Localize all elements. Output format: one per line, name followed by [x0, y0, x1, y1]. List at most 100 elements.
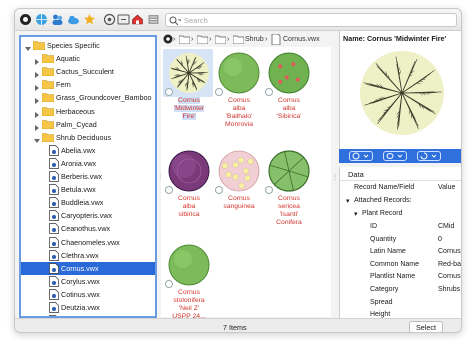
field-value: 0	[438, 235, 442, 243]
tree-item[interactable]: Cactus_Succulent	[21, 65, 155, 79]
field-name: Latin Name	[370, 248, 406, 256]
item-count: 7 Items	[223, 323, 247, 332]
tree-item-label: Palm_Cycad	[56, 119, 97, 129]
tree-item[interactable]: Chaenomeles.vwx	[21, 236, 155, 249]
field-name: Quantity	[370, 235, 397, 243]
plant-record-row[interactable]: ▾ Plant Record	[340, 208, 461, 220]
vwx-file-icon	[49, 144, 59, 156]
tree-item-label: Caryopteris.vwx	[61, 211, 113, 221]
cloud-icon[interactable]	[67, 13, 80, 26]
vwx-file-icon	[49, 275, 59, 287]
home-icon[interactable]	[131, 13, 144, 26]
symbol-badge-icon	[215, 186, 223, 194]
tab-data-label: Data	[348, 170, 364, 179]
rotate-button[interactable]	[417, 151, 441, 161]
pane-splitter-right[interactable]: ⋮	[332, 174, 338, 182]
record-field-row[interactable]: Latin Name Cornus s	[340, 246, 461, 258]
library-icon[interactable]	[147, 13, 160, 26]
field-name: Spread	[370, 298, 393, 306]
tree-item-label: Ceanothus.vwx	[61, 224, 111, 234]
disclosure-open-icon[interactable]	[25, 43, 31, 51]
tree-item-label: Herbaceous	[56, 106, 95, 116]
attached-records-label: Attached Records:	[354, 197, 412, 204]
field-name: Category	[370, 286, 399, 293]
vwx-file-icon	[49, 158, 59, 169]
disclosure-closed-icon[interactable]	[34, 109, 40, 118]
tree-item[interactable]: Cornus.vwx	[21, 261, 155, 275]
disclosure-closed-icon[interactable]	[34, 122, 40, 131]
plant-thumbnail[interactable]: Cornus sanguinea	[213, 149, 265, 241]
record-field-row[interactable]: Spread	[340, 297, 461, 309]
tree-item[interactable]: Caryopteris.vwx	[21, 209, 155, 222]
disclosure-open-icon[interactable]	[34, 135, 40, 143]
tree-item[interactable]: Betula.vwx	[21, 183, 155, 196]
path-crumb-shrub[interactable]: Shrub	[245, 34, 264, 45]
tree-item-label: Cotinus.vwx	[61, 289, 100, 299]
search-icon	[169, 16, 181, 26]
tree-item[interactable]: Cotinus.vwx	[21, 288, 155, 301]
globe-icon[interactable]	[35, 13, 48, 26]
plant-thumbnail[interactable]: Cornus alba 'Bailhalo' Monrovia	[213, 51, 265, 143]
thumbnail-caption: Cornus sanguinea	[223, 195, 255, 210]
plant-thumbnail[interactable]: Cornus alba 'Sibirica'	[263, 51, 315, 143]
plant-preview-image	[360, 51, 444, 135]
select-button[interactable]: Select	[409, 321, 443, 332]
plant-thumbnail[interactable]: Cornus 'Midwinter Fire'	[163, 49, 215, 143]
view-mode-button[interactable]	[349, 151, 373, 161]
settings-icon[interactable]	[103, 13, 116, 26]
tree-item[interactable]: Ceanothus.vwx	[21, 222, 155, 235]
disclosure-triangle-icon: ▾	[346, 198, 350, 205]
record-field-row[interactable]: Quantity 0	[340, 234, 461, 246]
tree-item[interactable]: Palm_Cycad	[21, 118, 155, 131]
tree-item[interactable]: Corylus.vwx	[21, 275, 155, 288]
star-icon[interactable]	[83, 13, 96, 26]
tree-item[interactable]: Abelia.vwx	[21, 144, 155, 157]
disclosure-closed-icon[interactable]	[34, 69, 40, 79]
tree-item[interactable]: Deutzia.vwx	[21, 301, 155, 314]
tab-data[interactable]: Data	[340, 167, 461, 181]
leaf-icon	[386, 153, 403, 159]
tree-item[interactable]: Grass_Groundcover_Bamboo	[21, 91, 155, 105]
tree-item[interactable]: Buddleia.vwx	[21, 196, 155, 209]
field-name: ID	[370, 223, 377, 230]
record-field-row[interactable]: Plantlist Name Cornus s	[340, 271, 461, 283]
tree-item[interactable]: Species Specific	[21, 39, 155, 52]
disclosure-closed-icon[interactable]	[34, 82, 40, 92]
view-icon[interactable]	[117, 13, 130, 26]
tree-item[interactable]: Aquatic	[21, 52, 155, 66]
record-field-row[interactable]: Common Name Red-bark	[340, 259, 461, 271]
tree-item[interactable]: Clethra.vwx	[21, 249, 155, 262]
tree-item[interactable]: Aronia.vwx	[21, 157, 155, 170]
attached-records-row[interactable]: ▾ Attached Records:	[340, 195, 461, 207]
record-field-row[interactable]: ID CMid	[340, 221, 461, 233]
tree-item[interactable]: Shrub Deciduous	[21, 131, 155, 144]
path-folder-icon[interactable]	[179, 35, 190, 44]
plant-thumbnail[interactable]: Cornus alba sibirica	[163, 149, 215, 241]
path-folder-icon[interactable]	[215, 35, 226, 44]
field-value: CMid	[438, 223, 455, 230]
folder-icon	[42, 54, 54, 64]
plant-symbol-image	[268, 150, 310, 192]
folder-icon	[42, 80, 54, 90]
target-icon[interactable]	[19, 13, 32, 26]
record-field-row[interactable]: Category Shrubs	[340, 284, 461, 296]
tree-item-label: Corylus.vwx	[61, 276, 100, 286]
render-mode-button[interactable]	[383, 151, 407, 161]
disclosure-closed-icon[interactable]	[34, 95, 40, 105]
folder-tree[interactable]: Species Specific Aquatic Cactus_Succulent F…	[19, 35, 157, 318]
vwx-file-icon	[49, 262, 59, 274]
tree-item[interactable]: Herbaceous	[21, 105, 155, 118]
search-field[interactable]: Search	[165, 13, 457, 27]
plant-symbol-image	[168, 150, 210, 192]
disclosure-closed-icon[interactable]	[34, 56, 40, 66]
tree-item[interactable]: Fern	[21, 78, 155, 92]
path-crumb-file[interactable]: Cornus.vwx	[283, 34, 320, 45]
disk-icon[interactable]	[163, 34, 173, 44]
tree-item[interactable]: Berberis.vwx	[21, 170, 155, 183]
thumbnail-grid: Cornus 'Midwinter Fire' Cornus alba 'Bailhalo…	[161, 47, 331, 320]
path-folder-icon[interactable]	[233, 35, 244, 44]
plant-thumbnail[interactable]: Cornus sericea 'Isanti' Conifera	[263, 149, 315, 241]
path-folder-icon[interactable]	[197, 35, 208, 44]
record-field-row[interactable]: Height	[340, 309, 461, 318]
people-icon[interactable]	[51, 13, 64, 26]
